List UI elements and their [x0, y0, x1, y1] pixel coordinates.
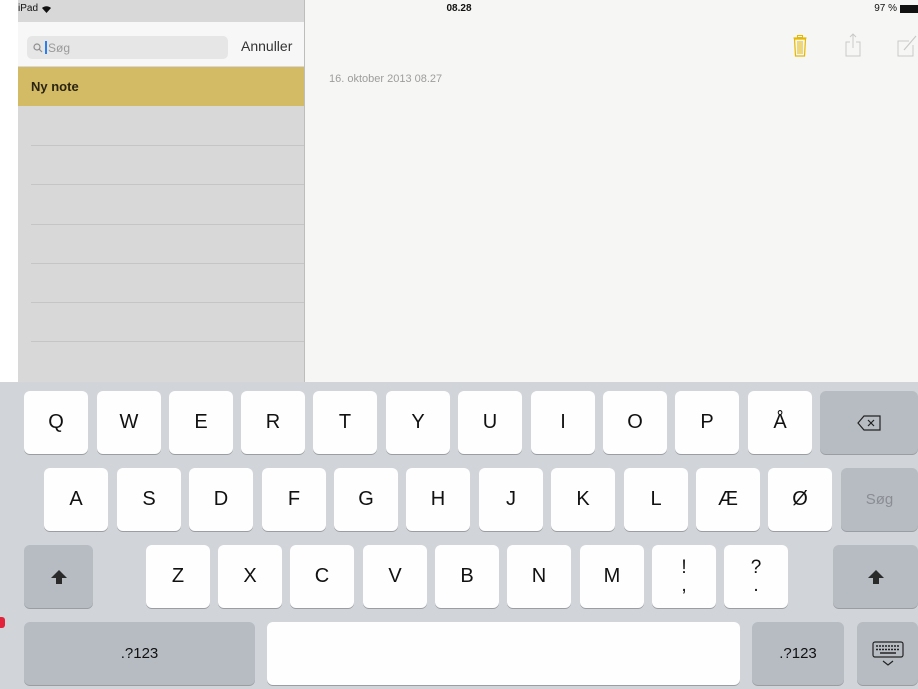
key-ae[interactable]: Æ — [696, 468, 760, 531]
key-z[interactable]: Z — [146, 545, 210, 608]
key-question-period[interactable]: ? . — [724, 545, 788, 608]
share-icon[interactable] — [845, 33, 861, 57]
list-divider — [31, 302, 304, 303]
key-bottom-char: . — [753, 574, 759, 596]
list-divider — [31, 224, 304, 225]
key-oe[interactable]: Ø — [768, 468, 832, 531]
keyboard: Q W E R T Y U I O P Å A S D F G H J K L … — [0, 382, 918, 689]
key-g[interactable]: G — [334, 468, 398, 531]
status-time: 08.28 — [446, 3, 472, 14]
shift-icon — [867, 569, 884, 584]
key-s[interactable]: S — [117, 468, 181, 531]
status-bar: iPad 08.28 97 % — [0, 0, 918, 22]
space-key[interactable] — [267, 622, 740, 685]
search-key[interactable]: Søg — [841, 468, 918, 531]
key-exclaim-comma[interactable]: ! , — [652, 545, 716, 608]
key-top-char: ! — [681, 556, 687, 578]
shift-icon — [50, 569, 67, 584]
note-list-item[interactable]: Ny note — [18, 67, 304, 106]
key-e[interactable]: E — [169, 391, 233, 454]
compose-icon[interactable] — [897, 33, 917, 57]
list-divider — [31, 341, 304, 342]
note-editor[interactable]: 16. oktober 2013 08.27 — [305, 0, 918, 382]
key-p[interactable]: P — [675, 391, 739, 454]
key-u[interactable]: U — [458, 391, 522, 454]
battery-percent: 97 % — [874, 3, 897, 14]
text-cursor — [45, 41, 47, 54]
key-i[interactable]: I — [531, 391, 595, 454]
list-divider — [31, 263, 304, 264]
edge-marker — [0, 617, 5, 628]
note-title: Ny note — [31, 79, 79, 94]
key-m[interactable]: M — [580, 545, 644, 608]
key-o[interactable]: O — [603, 391, 667, 454]
search-placeholder: Søg — [48, 40, 71, 55]
key-w[interactable]: W — [97, 391, 161, 454]
key-j[interactable]: J — [479, 468, 543, 531]
note-date: 16. oktober 2013 08.27 — [329, 73, 443, 85]
keyboard-hide-icon — [871, 640, 904, 666]
key-t[interactable]: T — [313, 391, 377, 454]
numbers-key-right[interactable]: .?123 — [752, 622, 844, 685]
hide-keyboard-key[interactable] — [857, 622, 918, 685]
key-k[interactable]: K — [551, 468, 615, 531]
status-right: 97 % — [874, 3, 918, 14]
key-r[interactable]: R — [241, 391, 305, 454]
shift-key-right[interactable] — [833, 545, 918, 608]
key-b[interactable]: B — [435, 545, 499, 608]
search-icon — [33, 42, 43, 52]
key-l[interactable]: L — [624, 468, 688, 531]
key-h[interactable]: H — [406, 468, 470, 531]
backspace-key[interactable] — [820, 391, 918, 454]
backspace-icon — [857, 414, 881, 431]
key-n[interactable]: N — [507, 545, 571, 608]
list-divider — [31, 145, 304, 146]
cancel-button[interactable]: Annuller — [241, 38, 292, 54]
key-aa[interactable]: Å — [748, 391, 812, 454]
key-f[interactable]: F — [262, 468, 326, 531]
search-input[interactable]: Søg — [27, 36, 228, 59]
key-v[interactable]: V — [363, 545, 427, 608]
key-q[interactable]: Q — [24, 391, 88, 454]
notes-sidebar: Søg Annuller Ny note — [18, 0, 305, 382]
key-a[interactable]: A — [44, 468, 108, 531]
trash-icon[interactable] — [793, 35, 807, 57]
key-c[interactable]: C — [290, 545, 354, 608]
ipad-screen: iPad 08.28 97 % Søg Annuller Ny note 16.… — [0, 0, 918, 689]
numbers-key-left[interactable]: .?123 — [24, 622, 255, 685]
key-bottom-char: , — [681, 574, 687, 596]
key-x[interactable]: X — [218, 545, 282, 608]
battery-icon — [900, 4, 918, 13]
key-top-char: ? — [750, 556, 762, 578]
key-d[interactable]: D — [189, 468, 253, 531]
list-divider — [31, 184, 304, 185]
key-y[interactable]: Y — [386, 391, 450, 454]
shift-key-left[interactable] — [24, 545, 93, 608]
